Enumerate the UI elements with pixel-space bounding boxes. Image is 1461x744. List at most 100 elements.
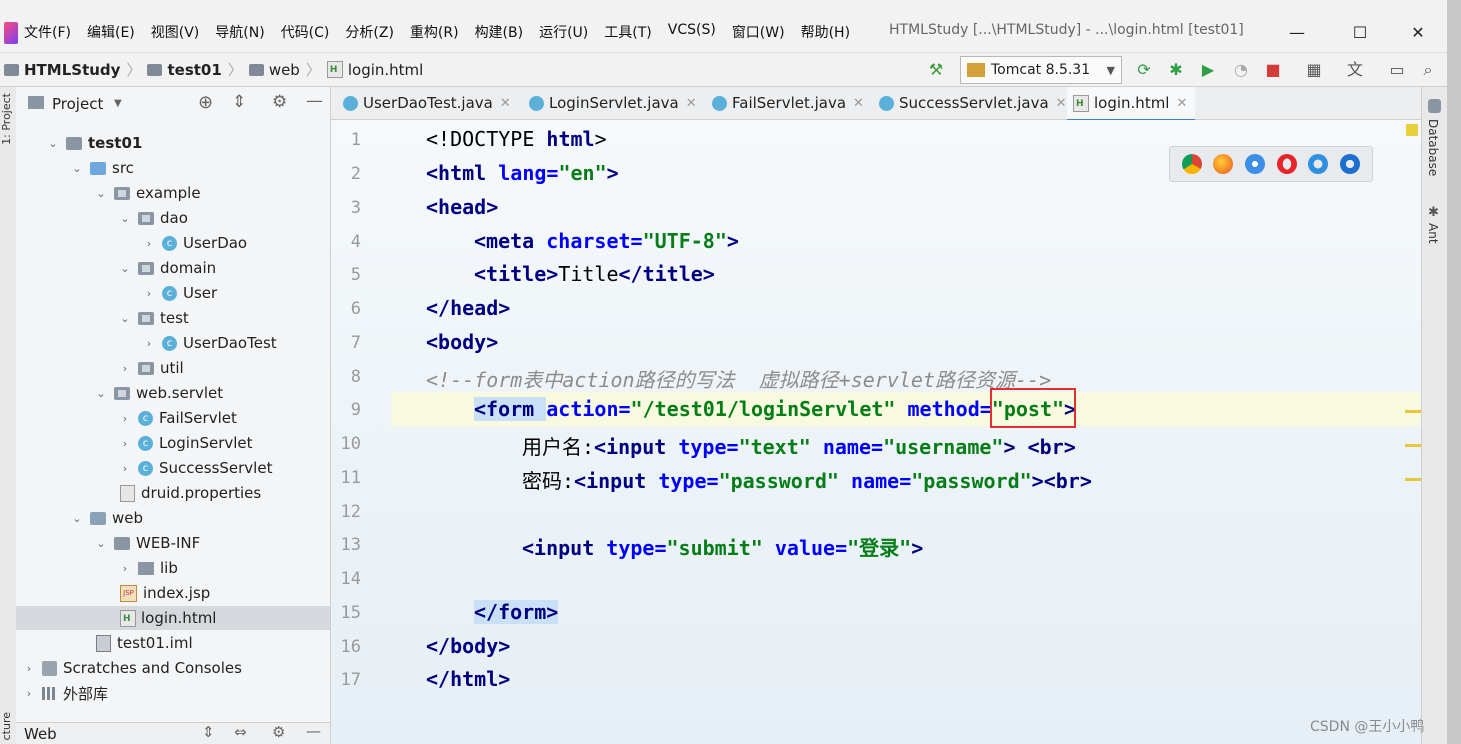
chevron-down-icon[interactable]: ▼ (114, 98, 122, 109)
run-configuration-select[interactable]: Tomcat 8.5.31 ▼ (960, 56, 1122, 84)
menu-run[interactable]: 运行(U) (539, 22, 588, 42)
close-tab-icon[interactable]: ✕ (500, 96, 511, 111)
minimize-button[interactable]: — (1277, 18, 1317, 48)
gear-icon[interactable]: ⚙ (272, 723, 285, 741)
project-tool-tab[interactable]: 1: Project (0, 93, 16, 145)
tree-item-userdao[interactable]: › c UserDao (16, 231, 247, 255)
code-editor[interactable]: 1 2 3 4 5 6 7 8 9 10 11 12 13 14 15 16 1… (331, 120, 1421, 744)
hide-icon[interactable]: — (306, 91, 323, 111)
tree-item-user[interactable]: › c User (16, 281, 217, 305)
folder-icon (114, 536, 130, 550)
warning-marker[interactable] (1405, 410, 1421, 413)
tree-item-external-libraries[interactable]: › 外部库 (16, 681, 108, 705)
menu-tools[interactable]: 工具(T) (604, 22, 651, 42)
tree-item-loginservlet[interactable]: › c LoginServlet (16, 431, 253, 455)
warning-marker[interactable] (1405, 478, 1421, 481)
tree-item-test01[interactable]: ⌄ test01 (16, 131, 330, 155)
tree-item-failservlet[interactable]: › c FailServlet (16, 406, 237, 430)
folder-icon (147, 63, 163, 76)
ant-tool-tab[interactable]: Ant (1426, 223, 1440, 244)
breadcrumb-folder[interactable]: web (248, 61, 300, 79)
build-hammer-icon[interactable]: ⚒ (926, 60, 946, 80)
close-button[interactable]: ✕ (1398, 18, 1438, 48)
gear-icon[interactable]: ⚙ (272, 92, 287, 112)
close-tab-icon[interactable]: ✕ (1056, 96, 1067, 111)
tree-item-successservlet[interactable]: › c SuccessServlet (16, 456, 273, 480)
menu-build[interactable]: 构建(B) (475, 22, 524, 42)
close-tab-icon[interactable]: ✕ (1176, 96, 1187, 111)
breadcrumb-project[interactable]: HTMLStudy (4, 61, 120, 79)
project-structure-icon[interactable]: ▦ (1304, 60, 1324, 80)
tree-item-example[interactable]: ⌄ example (16, 181, 200, 205)
chrome-icon[interactable] (1181, 154, 1202, 174)
search-icon[interactable]: ⌕ (1418, 60, 1438, 80)
menu-edit[interactable]: 编辑(E) (87, 22, 135, 42)
tree-item-index-jsp[interactable]: JSP index.jsp (16, 581, 210, 605)
database-icon (1428, 99, 1441, 113)
translate-icon[interactable]: 文 (1345, 60, 1365, 80)
hide-icon[interactable]: — (306, 722, 321, 740)
tree-item-web-servlet[interactable]: ⌄ web.servlet (16, 381, 223, 405)
tree-item-web[interactable]: ⌄ web (16, 506, 143, 530)
tree-item-userdaotest[interactable]: › c UserDaoTest (16, 331, 277, 355)
database-tool-tab[interactable]: Database (1426, 119, 1440, 176)
close-tab-icon[interactable]: ✕ (853, 96, 864, 111)
tree-item-dao[interactable]: ⌄ dao (16, 206, 188, 230)
maximize-button[interactable]: ☐ (1340, 18, 1380, 48)
edge-icon[interactable] (1340, 154, 1361, 174)
code-line-2: <html lang="en"> (426, 161, 619, 185)
test-class-icon: c (162, 335, 177, 351)
locate-icon[interactable]: ⊕ (198, 92, 213, 113)
menu-bar: 文件(F) 编辑(E) 视图(V) 导航(N) 代码(C) 分析(Z) 重构(R… (0, 0, 1461, 53)
tab-login-html[interactable]: login.html✕ (1067, 87, 1196, 122)
collapse-all-icon[interactable]: ⇕ (232, 92, 246, 112)
menu-help[interactable]: 帮助(H) (801, 22, 850, 42)
opera-icon[interactable] (1276, 154, 1297, 174)
safari-icon[interactable] (1245, 154, 1266, 174)
menu-view[interactable]: 视图(V) (151, 22, 200, 42)
menu-refactor[interactable]: 重构(R) (410, 22, 459, 42)
menu-code[interactable]: 代码(C) (281, 22, 330, 42)
breadcrumb-module[interactable]: test01 (147, 61, 222, 79)
tree-item-test[interactable]: ⌄ test (16, 306, 188, 330)
menu-navigate[interactable]: 导航(N) (215, 22, 264, 42)
menu-window[interactable]: 窗口(W) (732, 22, 785, 42)
left-tool-strip: 1: Project cture (0, 87, 17, 744)
warning-marker[interactable] (1405, 444, 1421, 447)
tree-item-domain[interactable]: ⌄ domain (16, 256, 216, 280)
project-panel-header: Project ▼ ⊕ ⇕ ⚙ — (16, 87, 330, 121)
menu-vcs[interactable]: VCS(S) (668, 22, 716, 42)
firefox-icon[interactable] (1213, 154, 1234, 174)
internet-explorer-icon[interactable] (1308, 154, 1329, 174)
stop-icon[interactable]: ■ (1263, 60, 1283, 80)
coverage-icon[interactable]: ▶ (1198, 60, 1218, 80)
expand-all-icon[interactable]: ⇔ (234, 723, 247, 741)
web-panel-title[interactable]: Web (24, 725, 57, 743)
package-icon (138, 261, 154, 275)
tree-item-scratches[interactable]: › Scratches and Consoles (16, 656, 242, 680)
tree-item-src[interactable]: ⌄ src (16, 156, 134, 180)
tree-item-web-inf[interactable]: ⌄ WEB-INF (16, 531, 200, 555)
tab-failservlet[interactable]: FailServlet.java ✕ (712, 87, 864, 119)
tree-item-test01-iml[interactable]: test01.iml (16, 631, 193, 655)
structure-tool-tab[interactable]: cture (0, 712, 16, 740)
breadcrumb-file[interactable]: login.html (326, 61, 423, 79)
menu-file[interactable]: 文件(F) (24, 22, 71, 42)
inspection-status-icon[interactable] (1406, 124, 1418, 136)
close-tab-icon[interactable]: ✕ (686, 96, 697, 111)
tree-item-lib[interactable]: › lib (16, 556, 178, 580)
rerun-icon[interactable]: ⟳ (1134, 60, 1154, 80)
tree-item-login-html[interactable]: login.html (16, 606, 330, 630)
tree-item-druid-properties[interactable]: druid.properties (16, 481, 261, 505)
profile-icon[interactable]: ◔ (1231, 60, 1251, 80)
jsp-file-icon: JSP (120, 584, 137, 602)
tab-userdaotest[interactable]: UserDaoTest.java ✕ (343, 87, 511, 119)
debug-bug-icon[interactable]: ✱ (1166, 60, 1186, 80)
presentation-icon[interactable]: ▭ (1387, 60, 1407, 80)
project-view-select[interactable]: Project (52, 95, 103, 113)
collapse-all-icon[interactable]: ⇕ (202, 723, 215, 741)
tab-successservlet[interactable]: SuccessServlet.java ✕ (879, 87, 1067, 119)
tree-item-util[interactable]: › util (16, 356, 184, 380)
tab-loginservlet[interactable]: LoginServlet.java ✕ (529, 87, 697, 119)
menu-analyze[interactable]: 分析(Z) (345, 22, 394, 42)
